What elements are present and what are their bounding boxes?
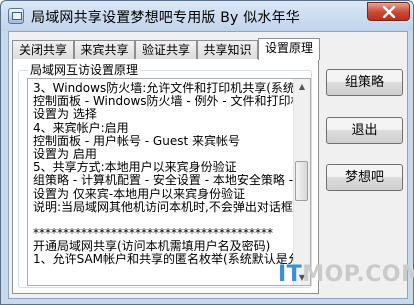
site-watermark: ITMOP.COM	[278, 262, 414, 287]
exit-button[interactable]: 退出	[326, 117, 403, 144]
text-line: 说明:当局域网其他机访问本机时,不会弹出对话框	[33, 200, 293, 214]
text-line: 设置为 启用	[33, 147, 97, 161]
title-bar[interactable]: 局域网共享设置梦想吧专用版 By 似水年华	[1, 1, 413, 31]
text-line: 5、共享方式:本地用户以来宾身份验证	[33, 161, 237, 175]
text-line: 设置为 选择	[33, 108, 97, 122]
tab-setting-principle[interactable]: 设置原理	[258, 38, 320, 60]
vertical-scrollbar[interactable]: ▲ ▼	[293, 79, 310, 285]
close-button[interactable]	[367, 2, 410, 21]
groupbox-title: 局域网互访设置原理	[28, 61, 141, 78]
app-icon	[8, 8, 24, 24]
text-line: ****************************************	[33, 227, 273, 241]
scrollbar-thumb[interactable]	[295, 161, 308, 201]
watermark-prefix: IT	[278, 262, 303, 287]
text-line: 开通局域网共享(访问本机需填用户名及密码)	[33, 240, 271, 254]
text-line: 设置为 仅来宾-本地用户以来宾身份验证	[33, 187, 246, 201]
principle-text-area[interactable]: 3、Windows防火墙:允许文件和打印机共享(系统默 控制面板 - Windo…	[27, 78, 311, 286]
text-line: 组策略 - 计算机配置 - 安全设置 - 本地安全策略 -	[33, 174, 294, 188]
dream-bar-button[interactable]: 梦想吧	[326, 164, 403, 191]
group-policy-button[interactable]: 组策略	[326, 69, 403, 96]
watermark-rest: MOP.COM	[302, 262, 414, 287]
tab-share-knowledge[interactable]: 共享知识	[197, 40, 258, 59]
window-title: 局域网共享设置梦想吧专用版 By 似水年华	[31, 10, 300, 26]
text-line: 控制面板 - 用户帐号 - Guest 来宾帐号	[33, 134, 240, 148]
tab-guest-share[interactable]: 来宾共享	[74, 40, 135, 59]
close-icon	[382, 6, 396, 18]
text-line: 1、允许SAM帐户和共享的匿名枚举(系统默认是允	[33, 253, 295, 267]
text-content: 3、Windows防火墙:允许文件和打印机共享(系统默 控制面板 - Windo…	[33, 82, 295, 267]
text-line: 4、来宾帐户:启用	[33, 121, 129, 135]
text-line	[33, 214, 295, 227]
tab-close-share[interactable]: 关闭共享	[12, 40, 74, 59]
text-line: 控制面板 - Windows防火墙 - 例外 - 文件和打印机	[33, 95, 295, 109]
text-line: 3、Windows防火墙:允许文件和打印机共享(系统默	[33, 82, 295, 95]
tab-auth-share[interactable]: 验证共享	[135, 40, 197, 59]
scroll-up-arrow-icon[interactable]: ▲	[295, 79, 309, 94]
